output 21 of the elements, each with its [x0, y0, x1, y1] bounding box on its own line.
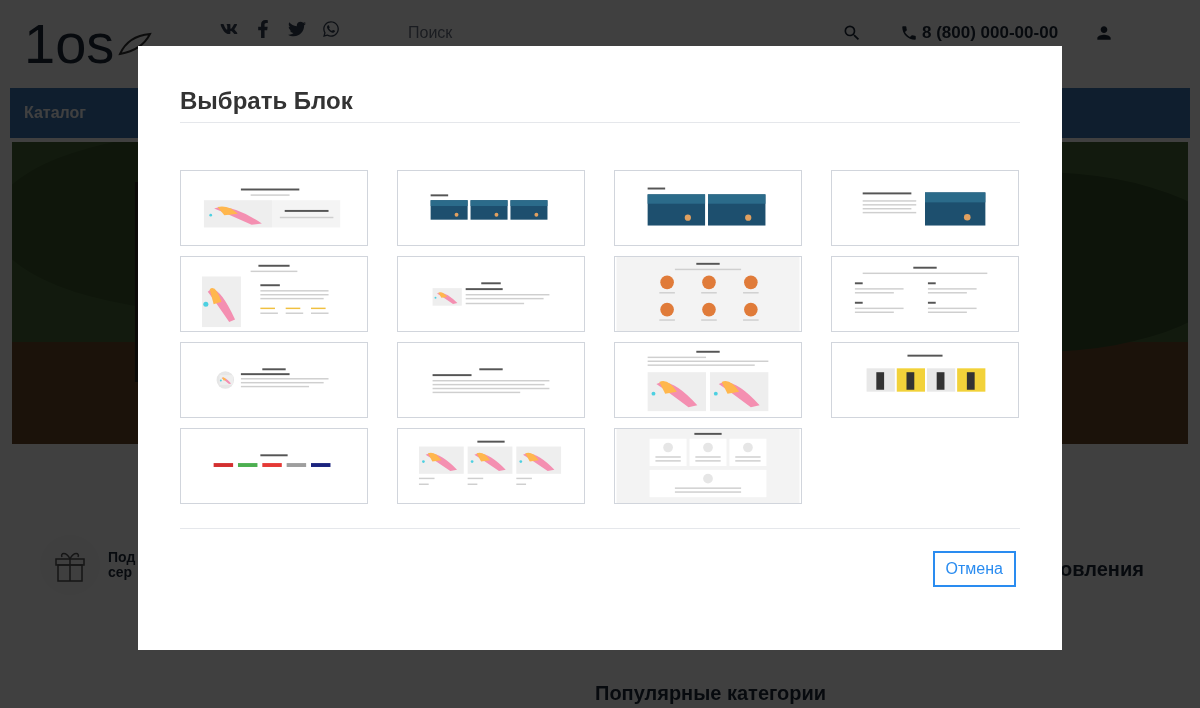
block-thumbnail[interactable]	[397, 342, 585, 418]
block-thumbnail[interactable]	[614, 428, 802, 504]
modal-title: Выбрать Блок	[180, 86, 354, 116]
block-thumbnail[interactable]	[180, 170, 368, 246]
promo-text: Под	[108, 550, 136, 565]
block-thumbnail[interactable]	[831, 170, 1019, 246]
block-thumbnail[interactable]	[831, 256, 1019, 332]
cancel-button[interactable]: Отмена	[932, 551, 1016, 587]
block-thumbnail[interactable]	[614, 170, 802, 246]
block-thumbnail[interactable]	[180, 428, 368, 504]
block-thumbnail[interactable]	[397, 428, 585, 504]
block-thumbnail[interactable]	[831, 342, 1019, 418]
block-thumbnail[interactable]	[397, 256, 585, 332]
block-thumbnail[interactable]	[180, 342, 368, 418]
block-thumbnail[interactable]	[180, 256, 368, 332]
section-heading: овления	[1060, 557, 1144, 582]
block-thumbnail[interactable]	[614, 342, 802, 418]
section-heading: Популярные категории	[595, 681, 827, 706]
promo-text: сер	[108, 565, 133, 580]
block-thumbnail[interactable]	[614, 256, 802, 332]
block-thumbnail[interactable]	[397, 170, 585, 246]
